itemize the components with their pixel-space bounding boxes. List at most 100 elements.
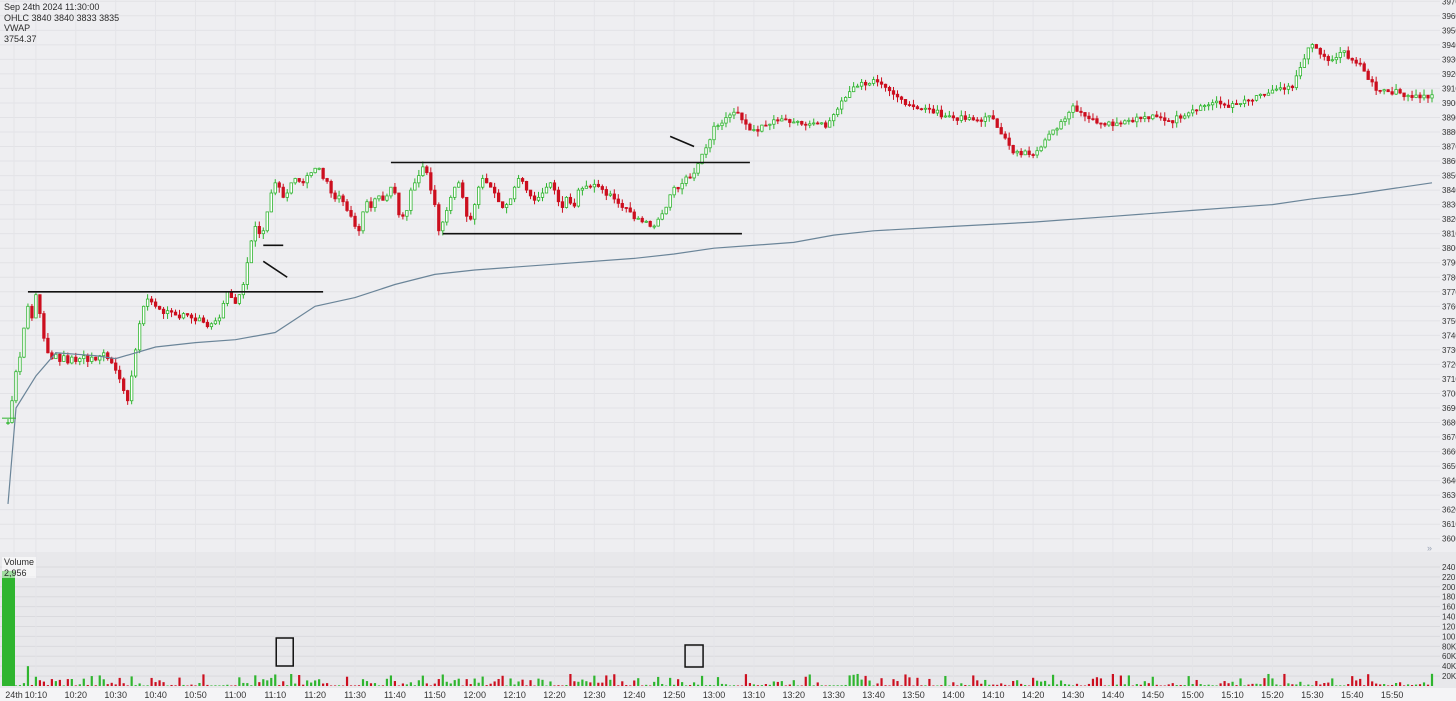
volume-bar-down bbox=[1139, 684, 1142, 686]
candle-up bbox=[564, 196, 569, 208]
volume-bar-down bbox=[1111, 674, 1114, 686]
time-tick-label: 14:50 bbox=[1142, 690, 1165, 700]
volume-bar-down bbox=[114, 684, 117, 686]
price-tick-label: 3840 bbox=[1442, 186, 1456, 195]
volume-bar-up bbox=[960, 683, 963, 686]
candle-up bbox=[584, 185, 589, 189]
candle-down bbox=[931, 108, 936, 114]
candle-up bbox=[704, 147, 708, 155]
candle-down bbox=[1398, 89, 1402, 94]
candle-down bbox=[1031, 154, 1035, 156]
volume-bar-down bbox=[1032, 677, 1035, 686]
price-tick-label: 3750 bbox=[1442, 317, 1456, 326]
candle-up bbox=[1270, 89, 1275, 94]
price-tick-label: 3720 bbox=[1442, 360, 1456, 369]
candle-up bbox=[512, 186, 517, 200]
candle-down bbox=[776, 119, 780, 122]
candle-up bbox=[1334, 57, 1338, 61]
candle-down bbox=[185, 313, 190, 316]
volume-bar-down bbox=[118, 677, 121, 686]
volume-tick-label: 160K bbox=[1442, 603, 1456, 612]
candle-up bbox=[1242, 99, 1247, 104]
volume-bar-up bbox=[290, 674, 293, 686]
volume-bar-down bbox=[493, 681, 496, 686]
candle-down bbox=[520, 178, 525, 182]
volume-bar-up bbox=[1231, 681, 1234, 686]
candle-down bbox=[110, 358, 114, 364]
volume-bar-up bbox=[218, 685, 221, 686]
volume-bar-up bbox=[541, 679, 544, 686]
volume-bar-down bbox=[972, 675, 975, 686]
volume-bar-down bbox=[126, 685, 129, 686]
candle-down bbox=[1083, 112, 1087, 117]
volume-bar-down bbox=[629, 685, 632, 686]
candle-up bbox=[828, 120, 832, 128]
candle-up bbox=[26, 305, 30, 329]
volume-bar-up bbox=[1239, 678, 1242, 686]
candle-down bbox=[620, 203, 624, 208]
scroll-to-latest-icon[interactable]: » bbox=[1427, 543, 1432, 553]
price-tick-label: 3920 bbox=[1442, 70, 1456, 79]
candle-down bbox=[995, 118, 999, 128]
candle-down bbox=[500, 201, 505, 208]
volume-bar-up bbox=[1135, 684, 1138, 686]
time-tick-label: 13:30 bbox=[822, 690, 845, 700]
volume-bar-up bbox=[712, 685, 716, 686]
volume-bar-down bbox=[956, 685, 959, 686]
candle-down bbox=[1099, 122, 1103, 125]
volume-bar-down bbox=[393, 681, 397, 686]
candle-down bbox=[114, 362, 118, 371]
price-tick-label: 3800 bbox=[1442, 244, 1456, 253]
time-tick-label: 13:00 bbox=[703, 690, 726, 700]
candle-down bbox=[1378, 89, 1382, 92]
volume-bar-down bbox=[569, 674, 572, 686]
candle-up bbox=[249, 240, 253, 264]
volume-bar-down bbox=[1000, 683, 1003, 686]
volume-bar-down bbox=[1163, 685, 1166, 686]
time-tick-label: 15:00 bbox=[1181, 690, 1204, 700]
volume-bar-up bbox=[441, 674, 444, 686]
candle-down bbox=[126, 390, 130, 402]
volume-bar-up bbox=[1335, 685, 1338, 686]
candle-down bbox=[397, 192, 401, 216]
volume-bar-up bbox=[1255, 683, 1258, 686]
candle-down bbox=[118, 369, 122, 380]
volume-bar-up bbox=[34, 676, 38, 686]
candle-down bbox=[1139, 116, 1143, 120]
candle-down bbox=[66, 355, 70, 364]
candle-up bbox=[672, 186, 676, 196]
price-tick-label: 3900 bbox=[1442, 99, 1456, 108]
candle-down bbox=[1091, 118, 1095, 121]
candle-down bbox=[1374, 81, 1378, 91]
candle-up bbox=[1422, 94, 1426, 99]
candle-up bbox=[313, 167, 317, 174]
candle-down bbox=[927, 107, 932, 110]
volume-bar-down bbox=[282, 681, 285, 686]
candle-up bbox=[82, 355, 86, 360]
candle-down bbox=[991, 115, 995, 120]
volume-bar-up bbox=[645, 684, 648, 686]
volume-bar-up bbox=[1047, 684, 1051, 686]
candle-down bbox=[1131, 119, 1135, 123]
candle-down bbox=[1171, 120, 1175, 124]
volume-bar-down bbox=[736, 685, 740, 686]
volume-bar-down bbox=[1347, 684, 1350, 686]
candle-up bbox=[1063, 118, 1067, 122]
price-tick-label: 3950 bbox=[1442, 26, 1456, 35]
candle-down bbox=[1282, 87, 1287, 90]
volume-bar-up bbox=[70, 679, 73, 686]
price-volume-chart[interactable]: 3600 3610 3620 3630 3640 3650 3660 3670 3680 3690… bbox=[0, 0, 1456, 701]
candle-down bbox=[903, 99, 908, 105]
volume-bar-down bbox=[529, 680, 532, 686]
candle-down bbox=[1159, 116, 1163, 119]
volume-bar-up bbox=[1211, 685, 1214, 686]
candle-down bbox=[401, 214, 405, 217]
candle-up bbox=[540, 192, 545, 198]
volume-bar-up bbox=[421, 675, 424, 686]
candle-down bbox=[911, 104, 916, 108]
volume-bar-up bbox=[924, 685, 927, 686]
volume-bar-down bbox=[58, 679, 61, 686]
volume-bar-down bbox=[1291, 684, 1294, 686]
candle-down bbox=[461, 182, 465, 198]
volume-bar-up bbox=[1331, 678, 1334, 686]
